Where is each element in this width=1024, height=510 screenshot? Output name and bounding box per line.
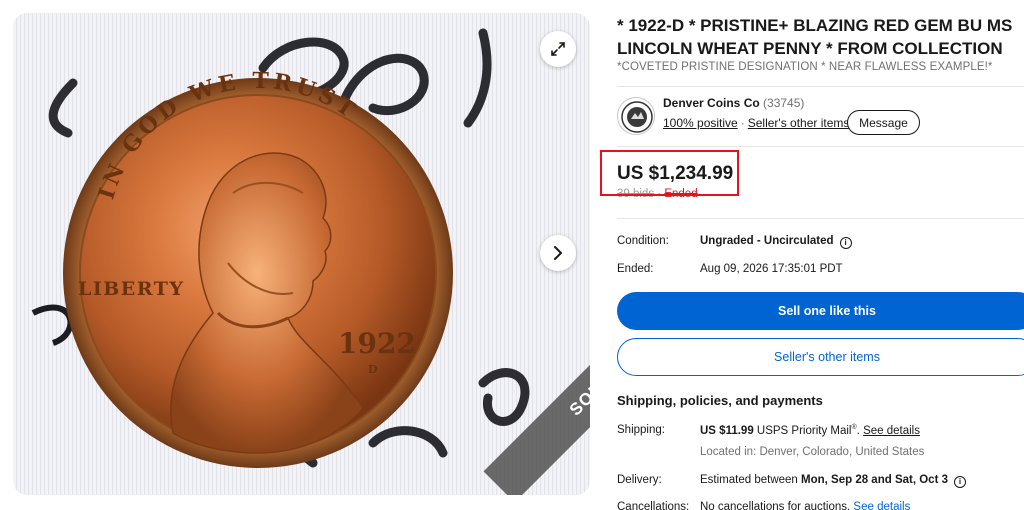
image-gallery: IN GOD WE TRUST LIBERTY 1922 D SOLD: [13, 13, 590, 495]
listing-panel: * 1922-D * PRISTINE+ BLAZING RED GEM BU …: [600, 0, 1024, 510]
seller-name-link[interactable]: Denver Coins Co: [663, 96, 760, 110]
coin-mint-text: D: [368, 363, 378, 376]
info-icon[interactable]: i: [954, 476, 966, 488]
shipping-value: US $11.99 USPS Priority Mail®. See detai…: [700, 424, 920, 437]
seller-links: 100% positive · Seller's other items: [663, 116, 849, 130]
coin-year-text: 1922: [338, 327, 416, 360]
coin-image[interactable]: IN GOD WE TRUST LIBERTY 1922 D: [13, 13, 590, 495]
expand-button[interactable]: [540, 31, 576, 67]
condition-label: Condition:: [617, 235, 669, 247]
shipping-see-details-link[interactable]: See details: [863, 425, 920, 437]
message-seller-button[interactable]: Message: [847, 110, 920, 135]
seller-info: Denver Coins Co (33745): [663, 96, 804, 110]
shipping-price: US $11.99: [700, 424, 754, 437]
separator-dot: ·: [740, 116, 745, 130]
registered-mark: ®: [851, 424, 857, 431]
cancellations-text: No cancellations for auctions.: [700, 501, 851, 510]
delivery-dates: Mon, Sep 28 and Sat, Oct 3: [801, 474, 948, 486]
next-image-button[interactable]: [540, 235, 576, 271]
shipping-section-title: Shipping, policies, and payments: [617, 393, 823, 408]
positive-feedback-link[interactable]: 100% positive: [663, 116, 738, 130]
listing-title: * 1922-D * PRISTINE+ BLAZING RED GEM BU …: [617, 16, 1013, 58]
condition-value: Ungraded - Uncirculated i: [700, 235, 852, 249]
cancellations-value: No cancellations for auctions. See detai…: [700, 501, 910, 510]
cancellations-see-details-link[interactable]: See details: [853, 501, 910, 510]
price-highlight-box: [600, 150, 739, 196]
listing-subtitle: *COVETED PRISTINE DESIGNATION * NEAR FLA…: [617, 61, 993, 73]
expand-icon: [551, 42, 565, 56]
chevron-right-icon: [554, 246, 562, 260]
shipping-method: USPS Priority Mail: [753, 424, 852, 437]
ended-value: Aug 09, 2026 17:35:01 PDT: [700, 263, 843, 275]
coin-liberty-text: LIBERTY: [78, 278, 184, 300]
cancellations-label: Cancellations:: [617, 501, 690, 510]
delivery-value: Estimated between Mon, Sep 28 and Sat, O…: [700, 474, 966, 488]
divider: [617, 218, 1024, 219]
seller-other-items-link[interactable]: Seller's other items: [748, 116, 850, 130]
delivery-prefix: Estimated between: [700, 474, 802, 486]
delivery-label: Delivery:: [617, 474, 662, 486]
sell-one-like-this-button[interactable]: Sell one like this: [617, 292, 1024, 330]
divider: [617, 86, 1024, 87]
item-location: Located in: Denver, Colorado, United Sta…: [700, 446, 925, 458]
condition-text: Ungraded - Uncirculated: [700, 235, 834, 247]
seller-feedback-count: (33745): [763, 96, 805, 110]
seller-avatar[interactable]: [617, 97, 655, 135]
divider: [617, 146, 1024, 147]
info-icon[interactable]: i: [839, 237, 852, 249]
shipping-label: Shipping:: [617, 424, 665, 436]
sellers-other-items-button[interactable]: Seller's other items: [617, 338, 1024, 376]
ended-label: Ended:: [617, 263, 654, 275]
